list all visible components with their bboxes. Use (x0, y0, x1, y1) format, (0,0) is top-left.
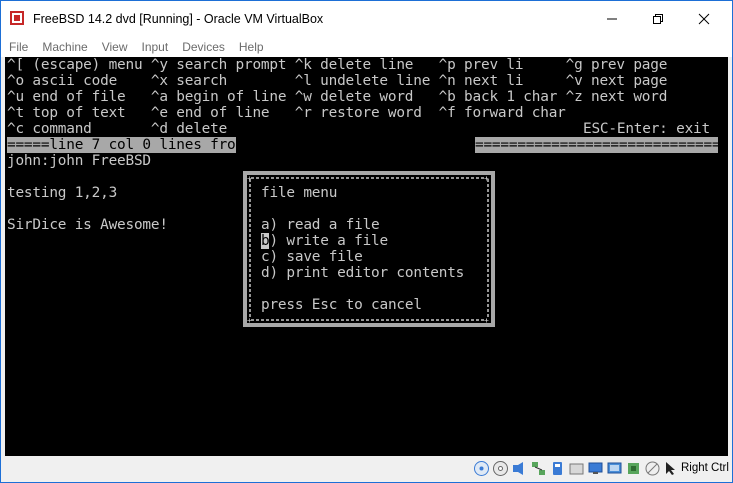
menu-devices[interactable]: Devices (174, 40, 231, 54)
dialog-title: file menu (261, 185, 338, 201)
file-menu-dialog: + + + + file menu a) read a file b) writ… (243, 171, 495, 327)
help-line-3: ^u end of file ^a begin of line ^w delet… (7, 89, 668, 105)
title-bar[interactable]: FreeBSD 14.2 dvd [Running] - Oracle VM V… (1, 1, 732, 37)
editor-status-line: =====line 7 col 0 lines fro (7, 137, 236, 153)
menu-option-write[interactable]: b) write a file (261, 233, 388, 249)
svg-text:+: + (247, 175, 252, 183)
option-label-read: ) read a file (269, 217, 380, 233)
vm-status-bar: Right Ctrl (1, 456, 732, 482)
menu-machine[interactable]: Machine (34, 40, 93, 54)
menu-bar: File Machine View Input Devices Help (1, 37, 732, 57)
file-menu-dialog-body: + + + + file menu a) read a file b) writ… (247, 175, 491, 323)
option-label-save: ) save file (269, 249, 363, 265)
help-line-1: ^[ (escape) menu ^y search prompt ^k del… (7, 57, 668, 73)
virtualbox-window: FreeBSD 14.2 dvd [Running] - Oracle VM V… (0, 0, 733, 483)
menu-view[interactable]: View (94, 40, 134, 54)
menu-option-save[interactable]: c) save file (261, 249, 363, 265)
network-icon[interactable] (530, 460, 547, 477)
svg-text:+: + (484, 316, 489, 323)
menu-option-print[interactable]: d) print editor contents (261, 265, 464, 281)
help-line-5: ^c command ^d delete (7, 121, 228, 137)
option-label-print: ) print editor contents (269, 265, 465, 281)
optical-drive-icon[interactable] (492, 460, 509, 477)
mouse-integration-icon[interactable] (644, 460, 661, 477)
menu-input[interactable]: Input (134, 40, 175, 54)
content-line-1: john:john FreeBSD (7, 153, 151, 169)
hard-disk-icon[interactable] (473, 460, 490, 477)
virtualbox-app-icon (9, 10, 25, 26)
content-line-3: testing 1,2,3 (7, 185, 118, 201)
editor-status-fill: ============================= (475, 137, 718, 153)
window-title: FreeBSD 14.2 dvd [Running] - Oracle VM V… (33, 12, 324, 26)
help-line-2: ^o ascii code ^x search ^l undelete line… (7, 73, 668, 89)
content-line-5: SirDice is Awesome! (7, 217, 168, 233)
restore-button[interactable] (635, 1, 681, 37)
display-icon[interactable] (587, 460, 604, 477)
cpu-icon[interactable] (625, 460, 642, 477)
help-line-4: ^t top of text ^e end of line ^r restore… (7, 105, 566, 121)
close-button[interactable] (681, 1, 727, 37)
dialog-cancel-hint: press Esc to cancel (261, 297, 422, 313)
menu-option-read[interactable]: a) read a file (261, 217, 380, 233)
shared-folders-icon[interactable] (568, 460, 585, 477)
menu-help[interactable]: Help (231, 40, 270, 54)
vm-display[interactable]: ^[ (escape) menu ^y search prompt ^k del… (5, 57, 728, 456)
esc-enter-exit-hint: ESC-Enter: exit (583, 121, 710, 137)
menu-file[interactable]: File (1, 40, 34, 54)
close-icon (698, 13, 710, 25)
minimize-icon (607, 18, 617, 20)
audio-icon[interactable] (511, 460, 528, 477)
usb-icon[interactable] (549, 460, 566, 477)
keyboard-icon[interactable] (663, 460, 680, 477)
svg-text:+: + (247, 316, 252, 323)
restore-icon (653, 14, 663, 24)
option-label-write: ) write a file (269, 233, 388, 249)
minimize-button[interactable] (589, 1, 635, 37)
host-key-label[interactable]: Right Ctrl (681, 462, 729, 474)
video-capture-icon[interactable] (606, 460, 623, 477)
svg-text:+: + (484, 175, 489, 183)
